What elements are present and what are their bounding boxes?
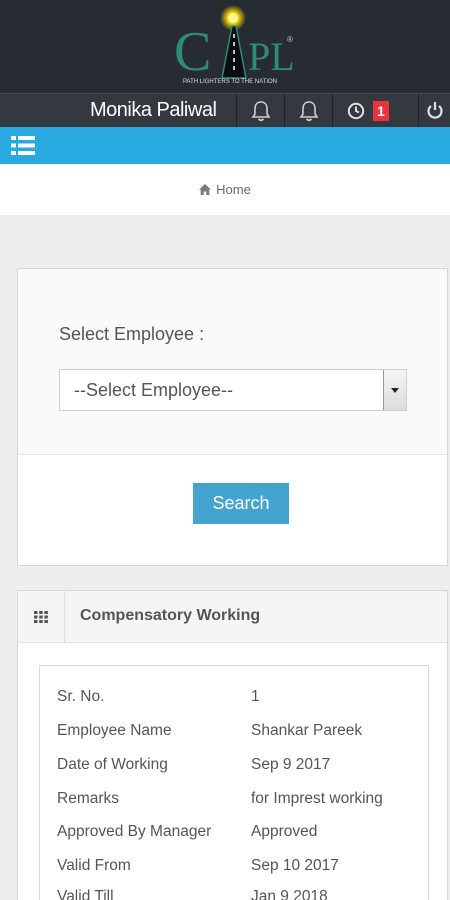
nav-bar <box>0 127 450 164</box>
detail-key: Approved By Manager <box>57 823 212 840</box>
alerts-button[interactable] <box>284 94 332 127</box>
detail-value: Jan 9 2018 <box>251 888 328 900</box>
employee-select[interactable]: --Select Employee-- <box>59 369 407 411</box>
dropdown-arrow-icon[interactable] <box>383 370 406 410</box>
detail-key: Date of Working <box>57 756 168 773</box>
home-icon <box>199 184 212 195</box>
panel-title: Compensatory Working <box>80 607 261 624</box>
detail-value: Shankar Pareek <box>251 722 363 739</box>
search-button[interactable]: Search <box>193 483 289 524</box>
breadcrumb: Home <box>0 182 450 197</box>
pending-tasks-button[interactable]: 1 <box>332 94 418 127</box>
detail-value: Approved <box>251 823 318 840</box>
panel-header: Compensatory Working <box>18 591 447 643</box>
clock-icon <box>347 102 365 119</box>
detail-value: for Imprest working <box>251 790 383 807</box>
employee-filter-panel: Select Employee : --Select Employee-- Se… <box>17 268 448 566</box>
bell-icon <box>251 100 270 121</box>
detail-key: Valid From <box>57 857 131 874</box>
svg-text:®: ® <box>287 35 293 44</box>
power-icon <box>426 102 443 119</box>
grid-icon <box>34 611 48 623</box>
select-employee-label: Select Employee : <box>59 324 205 344</box>
user-name[interactable]: Monika Paliwal <box>90 99 217 122</box>
breadcrumb-bar: Home <box>0 164 450 215</box>
detail-value: 1 <box>251 688 260 705</box>
detail-value: Sep 10 2017 <box>251 857 339 874</box>
bell-icon <box>299 100 318 121</box>
user-bar: Monika Paliwal 1 <box>0 93 450 127</box>
employee-select-value: --Select Employee-- <box>74 380 234 400</box>
record-card: Sr. No. 1 Employee Name Shankar Pareek D… <box>39 665 429 900</box>
detail-key: Employee Name <box>57 722 172 739</box>
list-menu-icon[interactable] <box>11 136 35 155</box>
logout-button[interactable] <box>418 94 450 127</box>
compensatory-working-panel: Compensatory Working Sr. No. 1 Employee … <box>17 590 448 900</box>
filter-body: Select Employee : --Select Employee-- <box>18 269 447 455</box>
capl-logo: C PL ® PATH LIGHTERS TO THE NATION <box>174 5 295 85</box>
top-header: C PL ® PATH LIGHTERS TO THE NATION <box>0 0 450 93</box>
grid-icon-cell <box>18 591 65 643</box>
detail-key: Valid Till <box>57 888 114 900</box>
detail-key: Remarks <box>57 790 120 807</box>
logo-tagline: PATH LIGHTERS TO THE NATION <box>183 79 277 85</box>
detail-value: Sep 9 2017 <box>251 756 331 773</box>
logo-letter-c: C <box>174 21 211 83</box>
notification-badge: 1 <box>373 100 389 121</box>
detail-key: Sr. No. <box>57 688 105 705</box>
notifications-button[interactable] <box>236 94 284 127</box>
breadcrumb-home-link[interactable]: Home <box>216 182 251 197</box>
